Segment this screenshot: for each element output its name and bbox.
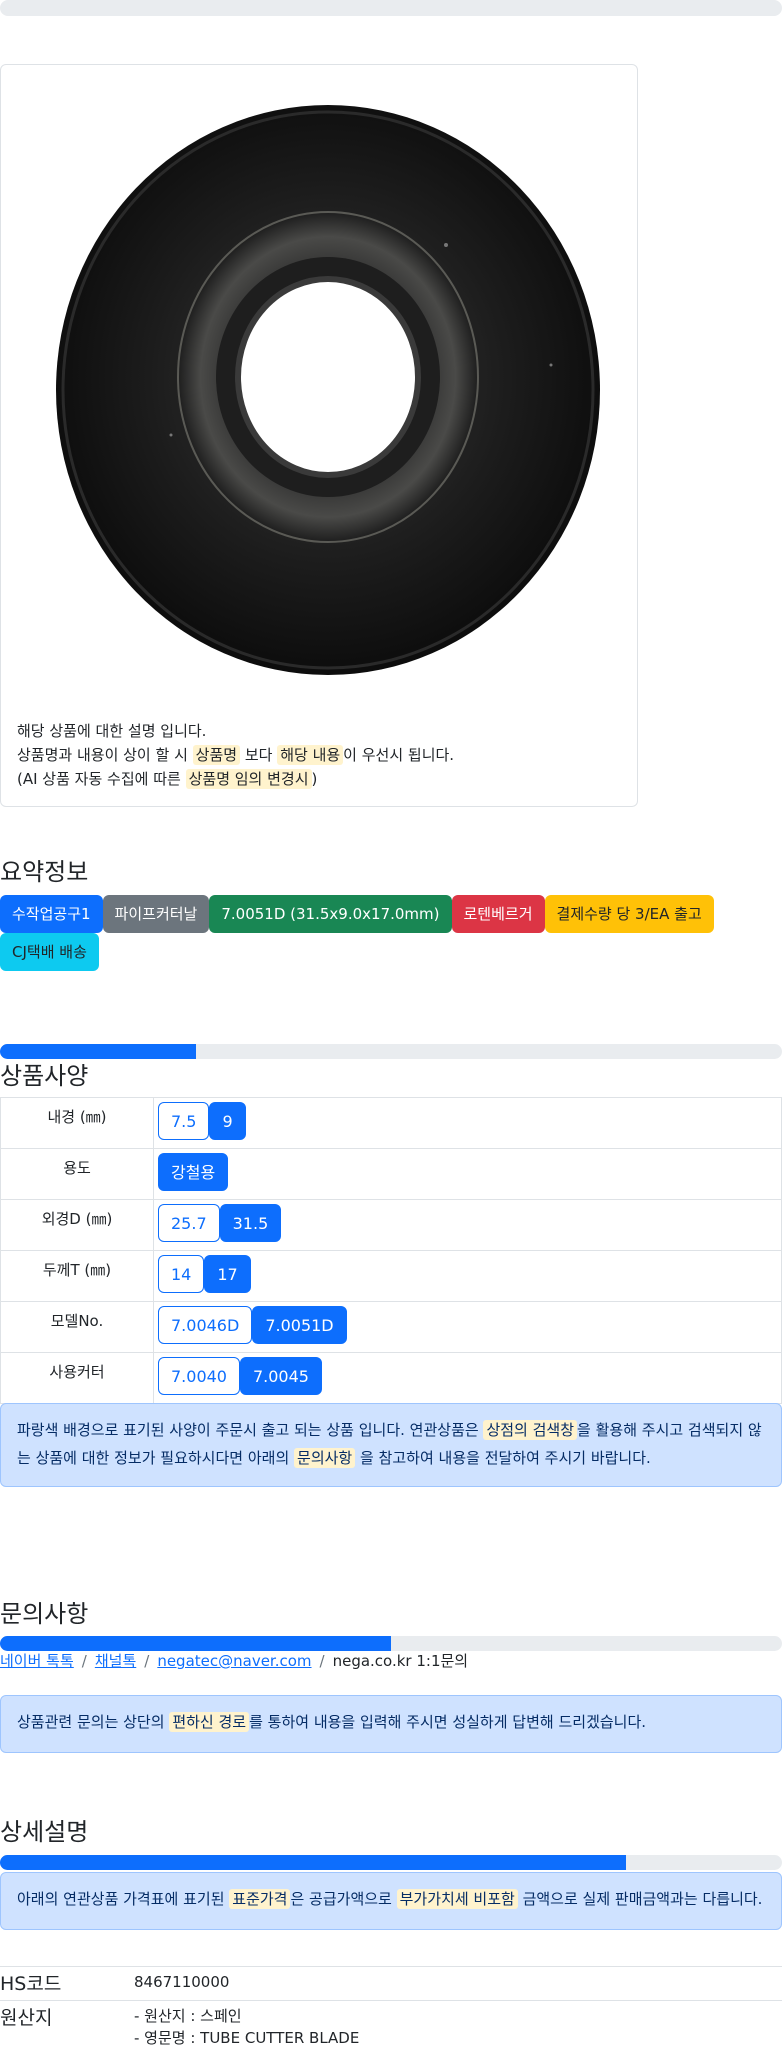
desc-text: 이 우선시 됩니다. xyxy=(343,746,455,764)
spec-option-button[interactable]: 7.5 xyxy=(158,1102,210,1140)
inquiry-notice: 상품관련 문의는 상단의 편하신 경로 를 통하여 내용을 입력해 주시면 성실하… xyxy=(0,1695,782,1753)
spec-option-button[interactable]: 7.0045 xyxy=(239,1357,322,1395)
summary-badges: 수작업공구1 파이프커터날 7.0051D (31.5x9.0x17.0mm) 로텐베… xyxy=(0,895,782,971)
summary-badge: 7.0051D (31.5x9.0x17.0mm) xyxy=(209,895,452,933)
spec-key: 사용커터 xyxy=(0,1352,154,1404)
spec-table: 내경 (㎜) 7.5 9 용도 강철용 외경D (㎜) 25.7 31.5 두께T (㎜) 14 1… xyxy=(0,1097,782,1404)
contact-breadcrumb: 네이버 톡톡 / 채널톡 / negatec@naver.com / nega.co.kr … xyxy=(0,1652,469,1670)
highlight-text: 상점의 검색창 xyxy=(483,1420,578,1440)
spec-option-button[interactable]: 7.0040 xyxy=(158,1357,240,1395)
hs-code-value: 8467110000 xyxy=(134,1973,230,1991)
detail-title: 상세설명 xyxy=(0,1818,89,1846)
spec-option-button[interactable]: 25.7 xyxy=(158,1204,220,1242)
inquiry-progress xyxy=(0,1636,782,1651)
highlight-text: 편하신 경로 xyxy=(169,1712,250,1732)
spec-options: 25.7 31.5 xyxy=(153,1199,782,1251)
hs-code-row: HS코드 8467110000 xyxy=(0,1966,782,2001)
spec-option-button[interactable]: 7.0051D xyxy=(252,1306,347,1344)
summary-badge: CJ택배 배송 xyxy=(0,933,99,971)
spec-row: 용도 강철용 xyxy=(0,1148,782,1200)
highlight-text: 문의사항 xyxy=(294,1448,356,1468)
highlight-text: 부가가치세 비포함 xyxy=(396,1889,518,1909)
detail-notice: 아래의 연관상품 가격표에 표기된 표준가격 은 공급가액으로 부가가치세 비포함… xyxy=(0,1872,782,1930)
spec-option-button[interactable]: 9 xyxy=(209,1102,246,1140)
spec-row: 모델No. 7.0046D 7.0051D xyxy=(0,1301,782,1353)
spec-options: 7.0046D 7.0051D xyxy=(153,1301,782,1353)
spec-option-button[interactable]: 7.0046D xyxy=(158,1306,253,1344)
product-description: 해당 상품에 대한 설명 입니다. 상품명과 내용이 상이 할 시 상품명 보다… xyxy=(17,719,454,791)
spec-row: 내경 (㎜) 7.5 9 xyxy=(0,1097,782,1149)
channel-talk-link[interactable]: 채널톡 xyxy=(95,1652,136,1670)
spec-key: 외경D (㎜) xyxy=(0,1199,154,1251)
summary-badge: 수작업공구1 xyxy=(0,895,103,933)
detail-progress xyxy=(0,1855,782,1870)
highlight-text: 해당 내용 xyxy=(277,745,344,765)
origin-row: 원산지 - 원산지 : 스페인 - 영문명 : TUBE CUTTER BLAD… xyxy=(0,2000,782,2051)
desc-text: 상품명과 내용이 상이 할 시 xyxy=(17,746,193,764)
spec-option-button[interactable]: 17 xyxy=(204,1255,251,1293)
summary-badge: 로텐베르거 xyxy=(451,895,545,933)
desc-text: ) xyxy=(311,770,318,788)
spec-options: 7.0040 7.0045 xyxy=(153,1352,782,1404)
spec-key: 내경 (㎜) xyxy=(0,1097,154,1149)
product-image xyxy=(56,105,600,675)
top-progress-bar xyxy=(0,0,782,16)
spec-key: 두께T (㎜) xyxy=(0,1250,154,1302)
spec-row: 사용커터 7.0040 7.0045 xyxy=(0,1352,782,1404)
highlight-text: 상품명 xyxy=(192,745,241,765)
naver-talk-link[interactable]: 네이버 톡톡 xyxy=(0,1652,74,1670)
spec-row: 두께T (㎜) 14 17 xyxy=(0,1250,782,1302)
origin-label: 원산지 xyxy=(0,2007,53,2029)
spec-progress xyxy=(0,1044,782,1059)
spec-option-button[interactable]: 31.5 xyxy=(219,1204,282,1242)
spec-option-button[interactable]: 강철용 xyxy=(158,1153,229,1191)
spec-key: 용도 xyxy=(0,1148,154,1200)
email-link[interactable]: negatec@naver.com xyxy=(157,1652,311,1670)
product-card: 해당 상품에 대한 설명 입니다. 상품명과 내용이 상이 할 시 상품명 보다… xyxy=(0,64,638,807)
spec-options: 7.5 9 xyxy=(153,1097,782,1149)
origin-value: - 원산지 : 스페인 - 영문명 : TUBE CUTTER BLADE xyxy=(134,2007,360,2047)
highlight-text: 표준가격 xyxy=(229,1889,291,1909)
spec-row: 외경D (㎜) 25.7 31.5 xyxy=(0,1199,782,1251)
highlight-text: 상품명 임의 변경시 xyxy=(185,769,312,789)
spec-options: 강철용 xyxy=(153,1148,782,1200)
summary-badge: 파이프커터날 xyxy=(102,895,210,933)
summary-title: 요약정보 xyxy=(0,858,89,886)
hs-code-label: HS코드 xyxy=(0,1973,62,1995)
spec-key: 모델No. xyxy=(0,1301,154,1353)
spec-options: 14 17 xyxy=(153,1250,782,1302)
summary-badge: 결제수량 당 3/EA 출고 xyxy=(544,895,714,933)
desc-text: (AI 상품 자동 수집에 따른 xyxy=(17,770,186,788)
desc-line: 해당 상품에 대한 설명 입니다. xyxy=(17,722,207,740)
site-inquiry-text: nega.co.kr 1:1문의 xyxy=(332,1652,469,1670)
spec-title: 상품사양 xyxy=(0,1062,89,1090)
spec-option-button[interactable]: 14 xyxy=(158,1255,205,1293)
inquiry-title: 문의사항 xyxy=(0,1600,89,1628)
spec-notice: 파랑색 배경으로 표기된 사양이 주문시 출고 되는 상품 입니다. 연관상품은… xyxy=(0,1403,782,1487)
desc-text: 보다 xyxy=(240,746,278,764)
